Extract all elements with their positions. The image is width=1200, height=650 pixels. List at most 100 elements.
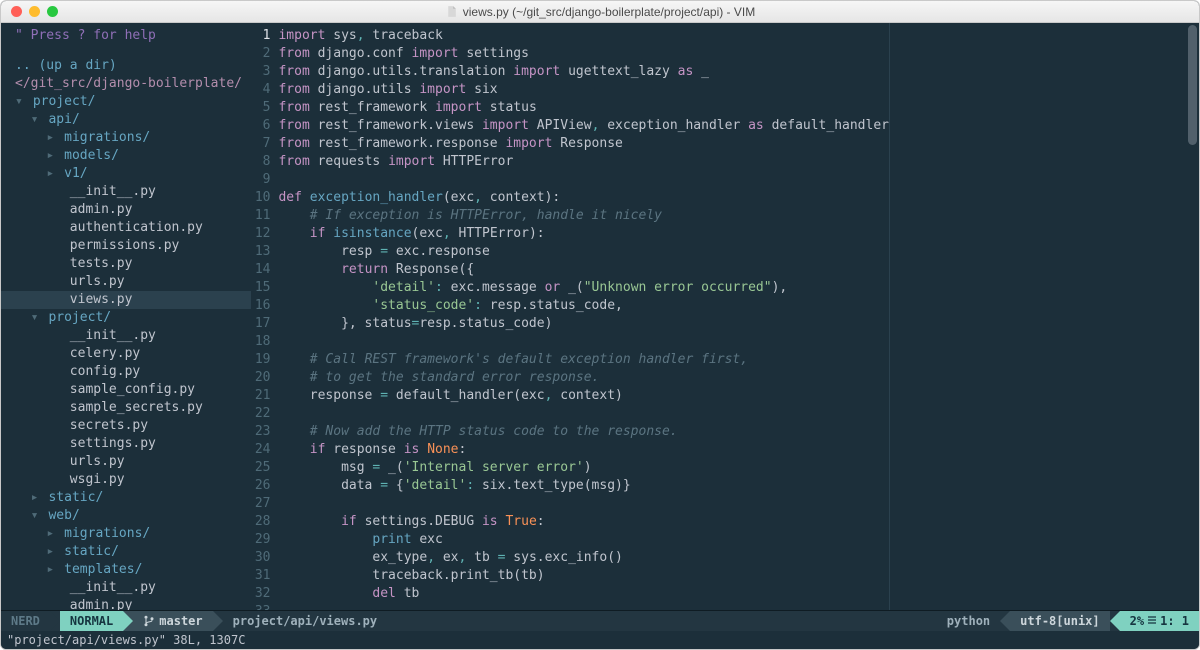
line-number-icon — [1147, 616, 1157, 626]
code-line[interactable]: from django.utils import six — [278, 81, 889, 99]
tree-file[interactable]: admin.py — [1, 597, 251, 611]
tree-folder[interactable]: ▾ project/ — [1, 93, 251, 111]
tree-folder[interactable]: ▸ migrations/ — [1, 129, 251, 147]
line-number: 24 — [251, 441, 270, 459]
tree-file[interactable]: authentication.py — [1, 219, 251, 237]
code-line[interactable] — [278, 603, 889, 610]
tree-file[interactable]: config.py — [1, 363, 251, 381]
line-number: 21 — [251, 387, 270, 405]
status-branch: master — [133, 611, 212, 631]
line-number: 4 — [251, 81, 270, 99]
code-line[interactable]: if settings.DEBUG is True: — [278, 513, 889, 531]
code-line[interactable]: from rest_framework import status — [278, 99, 889, 117]
code-line[interactable]: ex_type, ex, tb = sys.exc_info() — [278, 549, 889, 567]
tree-file[interactable]: urls.py — [1, 273, 251, 291]
tree-folder[interactable]: ▸ v1/ — [1, 165, 251, 183]
code-line[interactable]: data = {'detail': six.text_type(msg)} — [278, 477, 889, 495]
code-line[interactable]: 'status_code': resp.status_code, — [278, 297, 889, 315]
code-line[interactable]: def exception_handler(exc, context): — [278, 189, 889, 207]
line-number: 13 — [251, 243, 270, 261]
line-number: 26 — [251, 477, 270, 495]
tree-file[interactable]: __init__.py — [1, 183, 251, 201]
code-line[interactable]: import sys, traceback — [278, 27, 889, 45]
line-number: 1 — [251, 27, 270, 45]
line-number: 3 — [251, 63, 270, 81]
code-line[interactable] — [278, 333, 889, 351]
code-line[interactable]: response = default_handler(exc, context) — [278, 387, 889, 405]
nerdtree-help: " Press ? for help — [1, 27, 251, 45]
code-line[interactable]: print exc — [278, 531, 889, 549]
tree-file[interactable]: permissions.py — [1, 237, 251, 255]
tree-folder[interactable]: ▸ static/ — [1, 543, 251, 561]
code-line[interactable] — [278, 405, 889, 423]
scrollbar[interactable] — [1188, 25, 1197, 145]
line-number: 11 — [251, 207, 270, 225]
code-line[interactable]: 'detail': exc.message or _("Unknown erro… — [278, 279, 889, 297]
line-number: 10 — [251, 189, 270, 207]
tree-file[interactable]: secrets.py — [1, 417, 251, 435]
code-line[interactable] — [278, 495, 889, 513]
code-line[interactable]: if isinstance(exc, HTTPError): — [278, 225, 889, 243]
code-line[interactable]: # If exception is HTTPError, handle it n… — [278, 207, 889, 225]
tree-file[interactable]: sample_secrets.py — [1, 399, 251, 417]
status-percent: 2% — [1130, 614, 1144, 628]
line-number: 14 — [251, 261, 270, 279]
tree-file[interactable]: celery.py — [1, 345, 251, 363]
code-line[interactable]: # to get the standard error response. — [278, 369, 889, 387]
nerdtree-updir[interactable]: .. (up a dir) — [1, 45, 251, 75]
empty-split — [889, 23, 1199, 610]
tree-folder[interactable]: ▾ project/ — [1, 309, 251, 327]
line-number: 2 — [251, 45, 270, 63]
tree-file[interactable]: __init__.py — [1, 579, 251, 597]
nerdtree[interactable]: " Press ? for help .. (up a dir) </git_s… — [1, 23, 251, 610]
line-number: 27 — [251, 495, 270, 513]
code-line[interactable]: from requests import HTTPError — [278, 153, 889, 171]
line-number: 23 — [251, 423, 270, 441]
tree-file[interactable]: sample_config.py — [1, 381, 251, 399]
code-line[interactable]: traceback.print_tb(tb) — [278, 567, 889, 585]
vim-window: views.py (~/git_src/django-boilerplate/p… — [0, 0, 1200, 650]
nerdtree-root[interactable]: </git_src/django-boilerplate/ — [1, 75, 251, 93]
status-branch-name: master — [159, 614, 202, 628]
line-number: 20 — [251, 369, 270, 387]
tree-folder[interactable]: ▸ models/ — [1, 147, 251, 165]
line-number: 19 — [251, 351, 270, 369]
line-number: 15 — [251, 279, 270, 297]
tree-file[interactable]: tests.py — [1, 255, 251, 273]
tree-file[interactable]: wsgi.py — [1, 471, 251, 489]
code-editor[interactable]: 1234567891011121314151617181920212223242… — [251, 23, 889, 610]
line-number: 28 — [251, 513, 270, 531]
tree-folder[interactable]: ▾ api/ — [1, 111, 251, 129]
code-line[interactable]: }, status=resp.status_code) — [278, 315, 889, 333]
status-position: 2% 1: 1 — [1120, 611, 1199, 631]
tree-folder[interactable]: ▸ migrations/ — [1, 525, 251, 543]
code-line[interactable]: resp = exc.response — [278, 243, 889, 261]
tree-file[interactable]: settings.py — [1, 435, 251, 453]
titlebar: views.py (~/git_src/django-boilerplate/p… — [1, 1, 1199, 23]
code-line[interactable]: if response is None: — [278, 441, 889, 459]
line-number: 8 — [251, 153, 270, 171]
code-line[interactable]: del tb — [278, 585, 889, 603]
code-content[interactable]: import sys, tracebackfrom django.conf im… — [278, 27, 889, 610]
tree-file[interactable]: views.py — [1, 291, 251, 309]
tree-file[interactable]: urls.py — [1, 453, 251, 471]
code-line[interactable] — [278, 171, 889, 189]
code-line[interactable]: # Now add the HTTP status code to the re… — [278, 423, 889, 441]
tree-file[interactable]: __init__.py — [1, 327, 251, 345]
line-gutter: 1234567891011121314151617181920212223242… — [251, 27, 278, 610]
code-line[interactable]: from rest_framework.views import APIView… — [278, 117, 889, 135]
tree-folder[interactable]: ▸ templates/ — [1, 561, 251, 579]
code-line[interactable]: return Response({ — [278, 261, 889, 279]
code-line[interactable]: from django.conf import settings — [278, 45, 889, 63]
code-line[interactable]: msg = _('Internal server error') — [278, 459, 889, 477]
line-number: 30 — [251, 549, 270, 567]
tree-file[interactable]: admin.py — [1, 201, 251, 219]
code-line[interactable]: from rest_framework.response import Resp… — [278, 135, 889, 153]
line-number: 29 — [251, 531, 270, 549]
tree-folder[interactable]: ▾ web/ — [1, 507, 251, 525]
tree-folder[interactable]: ▸ static/ — [1, 489, 251, 507]
code-line[interactable]: from django.utils.translation import uge… — [278, 63, 889, 81]
command-line[interactable]: "project/api/views.py" 38L, 1307C — [1, 631, 1199, 649]
code-line[interactable]: # Call REST framework's default exceptio… — [278, 351, 889, 369]
line-number: 17 — [251, 315, 270, 333]
